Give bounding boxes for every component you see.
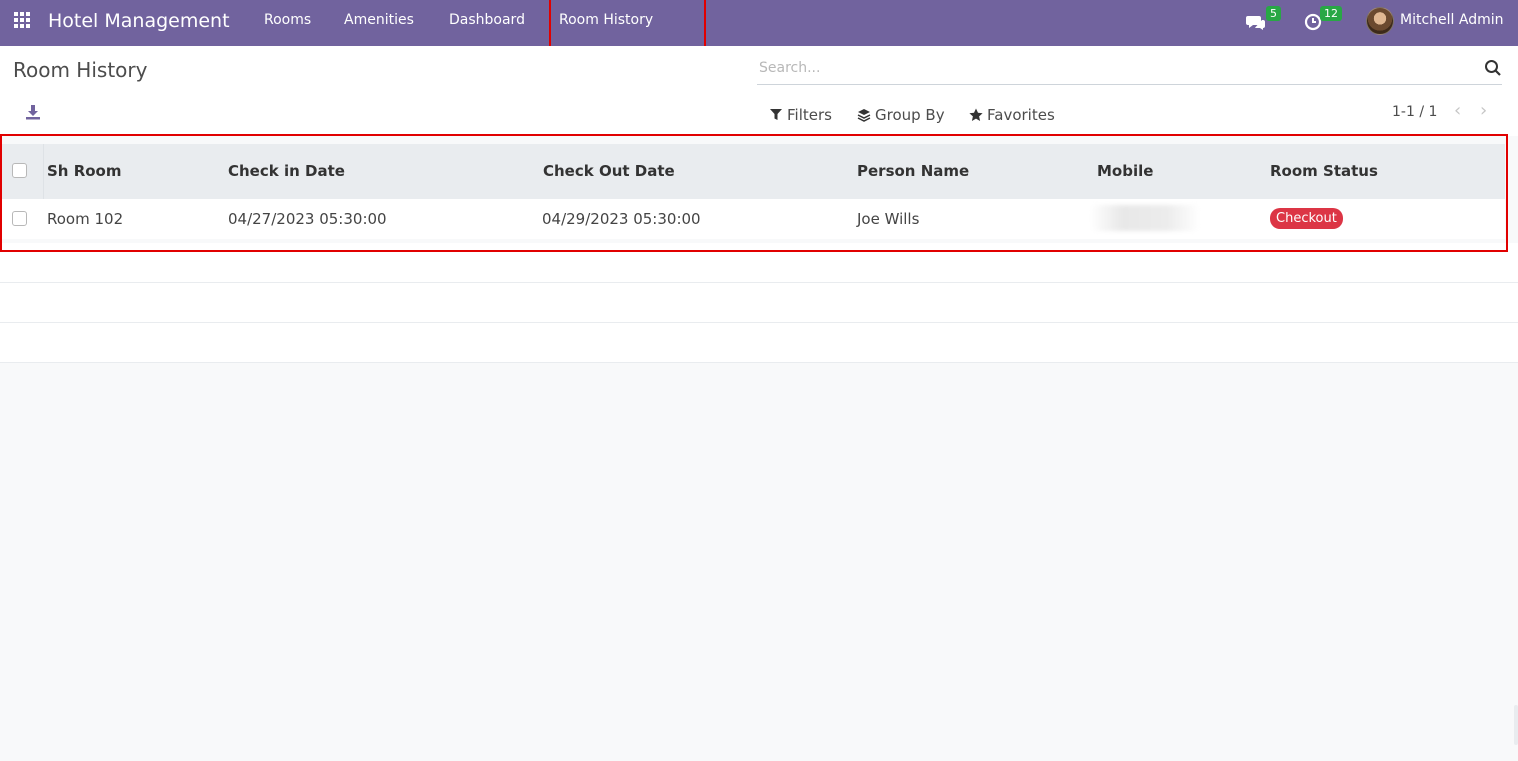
chevron-left-icon[interactable]: ‹ [1454,102,1468,120]
column-header-status[interactable]: Room Status [1270,162,1378,180]
group-by-button[interactable]: Group By [857,106,945,124]
table-header: Sh Room Check in Date Check Out Date Per… [0,144,1505,199]
search-bar [757,54,1502,85]
filter-icon [770,109,782,120]
column-header-check-in[interactable]: Check in Date [228,162,345,180]
cell-check-in: 04/27/2023 05:30:00 [228,210,387,228]
cell-person: Joe Wills [857,210,920,228]
chevron-right-icon[interactable]: › [1480,102,1494,120]
select-all-checkbox[interactable] [12,163,27,178]
page-title: Room History [13,58,148,82]
column-header-room[interactable]: Sh Room [47,162,122,180]
cell-room: Room 102 [47,210,124,228]
download-icon[interactable] [25,104,41,120]
filters-button[interactable]: Filters [769,106,832,124]
empty-row [0,243,1518,283]
activity-count-badge: 12 [1320,6,1342,21]
menu-dashboard[interactable]: Dashboard [449,12,525,28]
column-divider [43,144,44,199]
group-by-label: Group By [875,106,945,124]
menu-amenities[interactable]: Amenities [344,12,414,28]
filters-label: Filters [787,106,832,124]
cell-check-out: 04/29/2023 05:30:00 [542,210,701,228]
star-icon [969,108,983,121]
column-header-mobile[interactable]: Mobile [1097,162,1153,180]
table-row[interactable]: Room 102 04/27/2023 05:30:00 04/29/2023 … [0,199,1505,239]
column-header-check-out[interactable]: Check Out Date [543,162,675,180]
empty-row [0,323,1518,363]
layers-icon [857,109,871,122]
favorites-button[interactable]: Favorites [969,106,1055,124]
cell-mobile-redacted [1090,205,1200,231]
user-name[interactable]: Mitchell Admin [1400,12,1504,28]
top-navbar: Hotel Management Rooms Amenities Dashboa… [0,0,1518,46]
empty-row [0,283,1518,323]
menu-rooms[interactable]: Rooms [264,12,311,28]
row-checkbox[interactable] [12,211,27,226]
control-panel: Room History Filters Group By Favorites … [0,46,1518,136]
chat-icon[interactable] [1246,12,1266,32]
search-input[interactable] [759,60,1459,76]
user-avatar[interactable] [1366,7,1394,35]
app-brand[interactable]: Hotel Management [48,10,230,32]
favorites-label: Favorites [987,106,1055,124]
status-badge: Checkout [1270,208,1343,229]
column-header-person[interactable]: Person Name [857,162,969,180]
pager-value[interactable]: 1-1 / 1 [1392,104,1437,120]
scrollbar[interactable] [1514,705,1518,745]
chat-count-badge: 5 [1266,6,1281,21]
search-icon[interactable] [1484,59,1502,77]
menu-room-history[interactable]: Room History [559,12,653,28]
apps-menu-icon[interactable] [14,12,32,30]
